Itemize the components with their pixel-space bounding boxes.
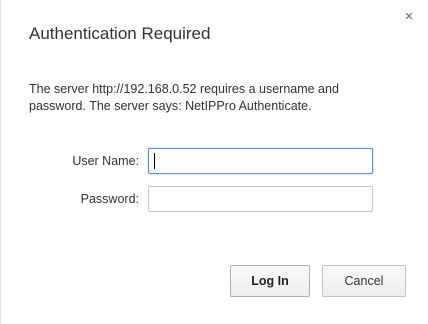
username-label: User Name:: [72, 154, 139, 168]
password-input[interactable]: [148, 186, 373, 212]
login-button[interactable]: Log In: [230, 265, 310, 297]
auth-dialog: × Authentication Required The server htt…: [0, 0, 428, 324]
password-label: Password:: [80, 192, 139, 206]
username-input[interactable]: [148, 148, 373, 174]
cancel-button[interactable]: Cancel: [322, 265, 406, 297]
dialog-message: The server http://192.168.0.52 requires …: [29, 82, 339, 113]
dialog-title: Authentication Required: [29, 24, 211, 43]
close-icon[interactable]: ×: [402, 9, 416, 24]
text-caret: [154, 153, 155, 169]
